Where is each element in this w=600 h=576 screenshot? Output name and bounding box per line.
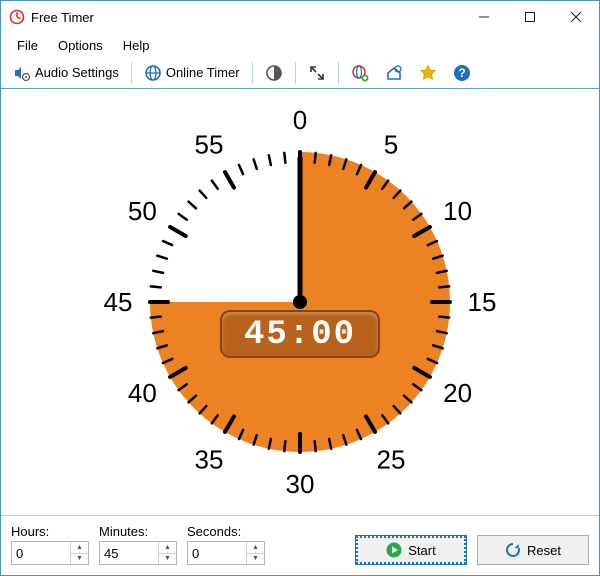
- menubar: File Options Help: [1, 33, 599, 57]
- toolbar-separator: [338, 62, 339, 84]
- hours-up-button[interactable]: ▲: [71, 542, 88, 554]
- hours-spinner[interactable]: ▲ ▼: [11, 541, 89, 565]
- toolbar: Audio Settings Online Timer: [1, 57, 599, 89]
- start-label: Start: [408, 543, 435, 558]
- contrast-icon: [265, 64, 283, 82]
- seconds-field: Seconds: ▲ ▼: [187, 524, 265, 565]
- toolbar-separator: [131, 62, 132, 84]
- menu-options[interactable]: Options: [48, 36, 113, 55]
- hours-field: Hours: ▲ ▼: [11, 524, 89, 565]
- seconds-down-button[interactable]: ▼: [247, 554, 264, 565]
- seconds-up-button[interactable]: ▲: [247, 542, 264, 554]
- home-button[interactable]: [379, 60, 409, 86]
- reset-icon: [505, 542, 521, 558]
- hours-input[interactable]: [12, 542, 70, 564]
- add-timer-button[interactable]: [345, 60, 375, 86]
- svg-text:5: 5: [384, 129, 398, 159]
- minutes-up-button[interactable]: ▲: [159, 542, 176, 554]
- titlebar: Free Timer: [1, 1, 599, 33]
- start-button[interactable]: Start: [355, 535, 467, 565]
- contrast-button[interactable]: [259, 60, 289, 86]
- minutes-label: Minutes:: [99, 524, 177, 539]
- app-window: Free Timer File Options Help: [0, 0, 600, 576]
- bottom-controls: Hours: ▲ ▼ Minutes: ▲ ▼ Seconds:: [1, 515, 599, 575]
- svg-text:10: 10: [443, 196, 472, 226]
- menu-help[interactable]: Help: [113, 36, 160, 55]
- favorite-button[interactable]: [413, 60, 443, 86]
- timer-dial[interactable]: 0 5 10 15 20 25 30 35 40 45 50 55 45:00: [100, 102, 500, 502]
- fullscreen-button[interactable]: [302, 60, 332, 86]
- svg-text:25: 25: [377, 445, 406, 475]
- hours-down-button[interactable]: ▼: [71, 554, 88, 565]
- help-icon: ?: [453, 64, 471, 82]
- online-timer-button[interactable]: Online Timer: [138, 60, 246, 86]
- svg-text:15: 15: [468, 287, 497, 317]
- toolbar-separator: [252, 62, 253, 84]
- svg-text:35: 35: [195, 445, 224, 475]
- svg-text:30: 30: [286, 469, 315, 499]
- minutes-spinner[interactable]: ▲ ▼: [99, 541, 177, 565]
- seconds-label: Seconds:: [187, 524, 265, 539]
- reset-button[interactable]: Reset: [477, 535, 589, 565]
- close-button[interactable]: [553, 1, 599, 33]
- globe-plus-icon: [351, 64, 369, 82]
- svg-text:20: 20: [443, 378, 472, 408]
- audio-settings-label: Audio Settings: [35, 65, 119, 80]
- expand-icon: [308, 64, 326, 82]
- svg-text:50: 50: [128, 196, 157, 226]
- app-icon: [9, 9, 25, 25]
- minutes-field: Minutes: ▲ ▼: [99, 524, 177, 565]
- home-globe-icon: [385, 64, 403, 82]
- app-title: Free Timer: [31, 10, 94, 25]
- seconds-spinner[interactable]: ▲ ▼: [187, 541, 265, 565]
- svg-text:55: 55: [195, 129, 224, 159]
- help-button[interactable]: ?: [447, 60, 477, 86]
- menu-file[interactable]: File: [7, 36, 48, 55]
- timer-main: 0 5 10 15 20 25 30 35 40 45 50 55 45:00: [1, 89, 599, 515]
- seconds-input[interactable]: [188, 542, 246, 564]
- minimize-button[interactable]: [461, 1, 507, 33]
- minutes-down-button[interactable]: ▼: [159, 554, 176, 565]
- play-icon: [386, 542, 402, 558]
- online-timer-label: Online Timer: [166, 65, 240, 80]
- star-icon: [419, 64, 437, 82]
- speaker-gear-icon: [13, 64, 31, 82]
- toolbar-separator: [295, 62, 296, 84]
- window-controls: [461, 1, 599, 33]
- svg-text:40: 40: [128, 378, 157, 408]
- minutes-input[interactable]: [100, 542, 158, 564]
- audio-settings-button[interactable]: Audio Settings: [7, 60, 125, 86]
- maximize-button[interactable]: [507, 1, 553, 33]
- globe-icon: [144, 64, 162, 82]
- digital-display: 45:00: [220, 310, 380, 358]
- reset-label: Reset: [527, 543, 561, 558]
- svg-text:0: 0: [293, 105, 307, 135]
- hours-label: Hours:: [11, 524, 89, 539]
- svg-text:?: ?: [458, 66, 465, 80]
- svg-text:45: 45: [104, 287, 133, 317]
